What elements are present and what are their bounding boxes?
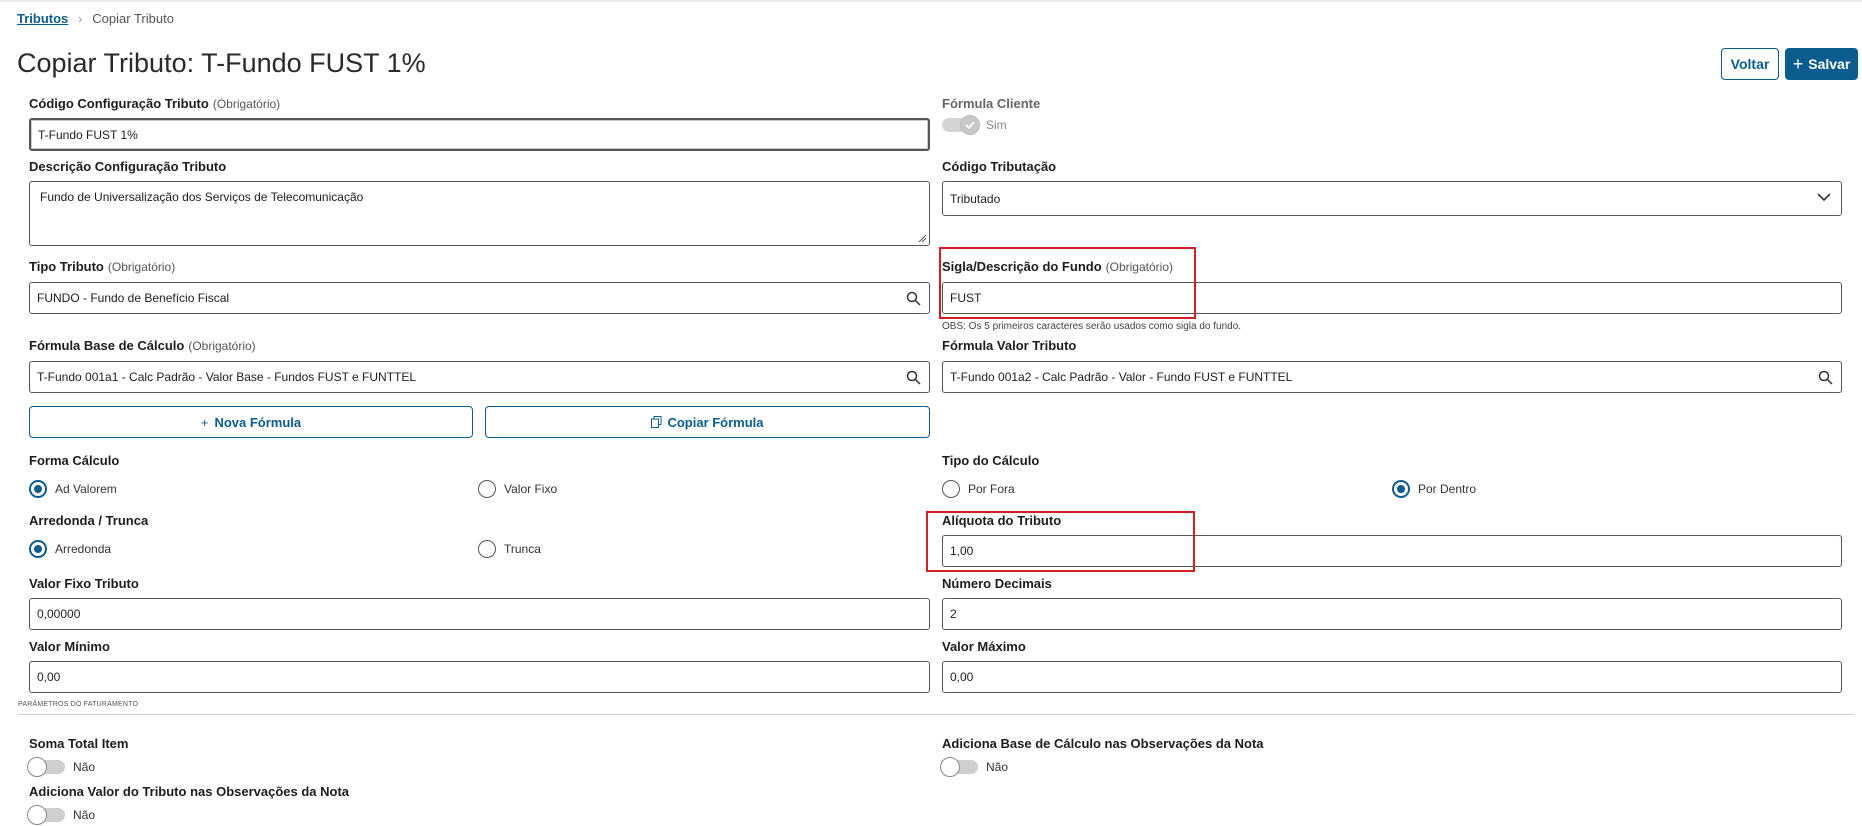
radio-trunca[interactable]: Trunca bbox=[478, 540, 541, 558]
highlight-box-sigla bbox=[939, 247, 1196, 319]
formula-cliente-label: Fórmula Cliente bbox=[942, 96, 1041, 111]
radio-arredonda[interactable]: Arredonda bbox=[29, 540, 111, 558]
toggle-knob bbox=[940, 757, 960, 777]
toggle-knob bbox=[27, 757, 47, 777]
nova-formula-label: Nova Fórmula bbox=[214, 414, 302, 430]
codigo-tributacao-select[interactable]: Tributado bbox=[942, 181, 1842, 216]
chevron-down-icon bbox=[1817, 193, 1831, 202]
codigo-config-label: Código Configuração Tributo (Obrigatório) bbox=[29, 96, 281, 111]
section-divider bbox=[18, 714, 1854, 715]
formula-valor-input[interactable]: T-Fundo 001a2 - Calc Padrão - Valor - Fu… bbox=[942, 361, 1810, 393]
save-button-label: Salvar bbox=[1808, 56, 1851, 72]
resize-grip-icon[interactable] bbox=[917, 233, 927, 243]
sigla-fundo-note: OBS: Os 5 primeiros caracteres serão usa… bbox=[942, 321, 1242, 332]
top-border bbox=[0, 0, 1862, 2]
toggle-track bbox=[942, 115, 980, 135]
breadcrumb-tributos-link[interactable]: Tributos bbox=[17, 11, 68, 26]
tipo-tributo-search-button[interactable] bbox=[897, 282, 930, 314]
soma-total-toggle[interactable]: Não bbox=[27, 757, 96, 777]
search-icon bbox=[906, 291, 921, 306]
toggle-track bbox=[27, 757, 65, 777]
numero-decimais-label: Número Decimais bbox=[942, 576, 1052, 591]
valor-maximo-label: Valor Máximo bbox=[942, 639, 1026, 654]
radio-checked-icon bbox=[29, 480, 47, 498]
numero-decimais-input[interactable]: 2 bbox=[942, 598, 1842, 630]
valor-minimo-input[interactable]: 0,00 bbox=[29, 661, 930, 693]
radio-ad-valorem[interactable]: Ad Valorem bbox=[29, 480, 117, 498]
toggle-state: Não bbox=[986, 760, 1009, 774]
tipo-tributo-input[interactable]: FUNDO - Fundo de Benefício Fiscal bbox=[29, 282, 898, 314]
soma-total-label: Soma Total Item bbox=[29, 736, 129, 751]
descricao-config-textarea[interactable]: Fundo de Universalização dos Serviços de… bbox=[29, 181, 930, 246]
toggle-knob bbox=[27, 805, 47, 825]
radio-por-dentro[interactable]: Por Dentro bbox=[1392, 480, 1476, 498]
adiciona-valor-label: Adiciona Valor do Tributo nas Observaçõe… bbox=[29, 784, 350, 799]
valor-fixo-label: Valor Fixo Tributo bbox=[29, 576, 139, 591]
copiar-formula-button[interactable]: Copiar Fórmula bbox=[485, 406, 930, 438]
check-icon bbox=[960, 115, 980, 135]
tipo-calculo-label: Tipo do Cálculo bbox=[942, 453, 1040, 468]
copiar-formula-label: Copiar Fórmula bbox=[667, 414, 764, 430]
radio-valor-fixo[interactable]: Valor Fixo bbox=[478, 480, 557, 498]
copy-icon bbox=[651, 416, 662, 428]
codigo-config-input[interactable]: T-Fundo FUST 1% bbox=[29, 118, 930, 151]
radio-label: Por Fora bbox=[968, 482, 1015, 496]
arredonda-label: Arredonda / Trunca bbox=[29, 513, 149, 528]
formula-base-label: Fórmula Base de Cálculo (Obrigatório) bbox=[29, 338, 256, 353]
section-faturamento-title: PARÂMETROS DO FATURAMENTO bbox=[18, 701, 139, 708]
toggle-track bbox=[940, 757, 978, 777]
valor-maximo-input[interactable]: 0,00 bbox=[942, 661, 1842, 693]
radio-unchecked-icon bbox=[942, 480, 960, 498]
codigo-tributacao-label: Código Tributação bbox=[942, 159, 1057, 174]
search-icon bbox=[906, 370, 921, 385]
radio-checked-icon bbox=[29, 540, 47, 558]
page-title: Copiar Tributo: T-Fundo FUST 1% bbox=[17, 48, 426, 78]
codigo-tributacao-value: Tributado bbox=[950, 191, 1001, 206]
forma-calculo-label: Forma Cálculo bbox=[29, 453, 120, 468]
formula-valor-label: Fórmula Valor Tributo bbox=[942, 338, 1077, 353]
plus-icon: + bbox=[200, 414, 209, 430]
descricao-config-label: Descrição Configuração Tributo bbox=[29, 159, 227, 174]
nova-formula-button[interactable]: + Nova Fórmula bbox=[29, 406, 473, 438]
adiciona-base-toggle[interactable]: Não bbox=[940, 757, 1009, 777]
adiciona-base-label: Adiciona Base de Cálculo nas Observações… bbox=[942, 736, 1264, 751]
formula-valor-search-button[interactable] bbox=[1809, 361, 1842, 393]
formula-base-input[interactable]: T-Fundo 001a1 - Calc Padrão - Valor Base… bbox=[29, 361, 898, 393]
descricao-config-value: Fundo de Universalização dos Serviços de… bbox=[40, 190, 364, 204]
radio-label: Ad Valorem bbox=[55, 482, 117, 496]
radio-por-fora[interactable]: Por Fora bbox=[942, 480, 1015, 498]
radio-unchecked-icon bbox=[478, 540, 496, 558]
save-button[interactable]: + Salvar bbox=[1785, 48, 1858, 80]
formula-cliente-state: Sim bbox=[986, 118, 1007, 132]
adiciona-valor-toggle[interactable]: Não bbox=[27, 805, 96, 825]
chevron-right-icon: › bbox=[78, 11, 83, 26]
search-icon bbox=[1818, 370, 1833, 385]
breadcrumb: Tributos › Copiar Tributo bbox=[17, 11, 174, 26]
radio-label: Por Dentro bbox=[1418, 482, 1477, 496]
toggle-state: Não bbox=[73, 808, 96, 822]
radio-unchecked-icon bbox=[478, 480, 496, 498]
radio-label: Arredonda bbox=[55, 542, 112, 556]
toggle-track bbox=[27, 805, 65, 825]
valor-minimo-label: Valor Mínimo bbox=[29, 639, 110, 654]
radio-checked-icon bbox=[1392, 480, 1410, 498]
valor-fixo-input[interactable]: 0,00000 bbox=[29, 598, 930, 630]
back-button[interactable]: Voltar bbox=[1721, 48, 1779, 80]
radio-label: Valor Fixo bbox=[504, 482, 558, 496]
highlight-box-aliquota bbox=[926, 511, 1195, 572]
plus-icon: + bbox=[1792, 53, 1804, 74]
toggle-state: Não bbox=[73, 760, 96, 774]
radio-label: Trunca bbox=[504, 542, 541, 556]
formula-cliente-toggle[interactable]: Sim bbox=[942, 115, 1007, 135]
tipo-tributo-label: Tipo Tributo (Obrigatório) bbox=[29, 259, 176, 274]
formula-base-search-button[interactable] bbox=[897, 361, 930, 393]
breadcrumb-current: Copiar Tributo bbox=[92, 11, 174, 26]
